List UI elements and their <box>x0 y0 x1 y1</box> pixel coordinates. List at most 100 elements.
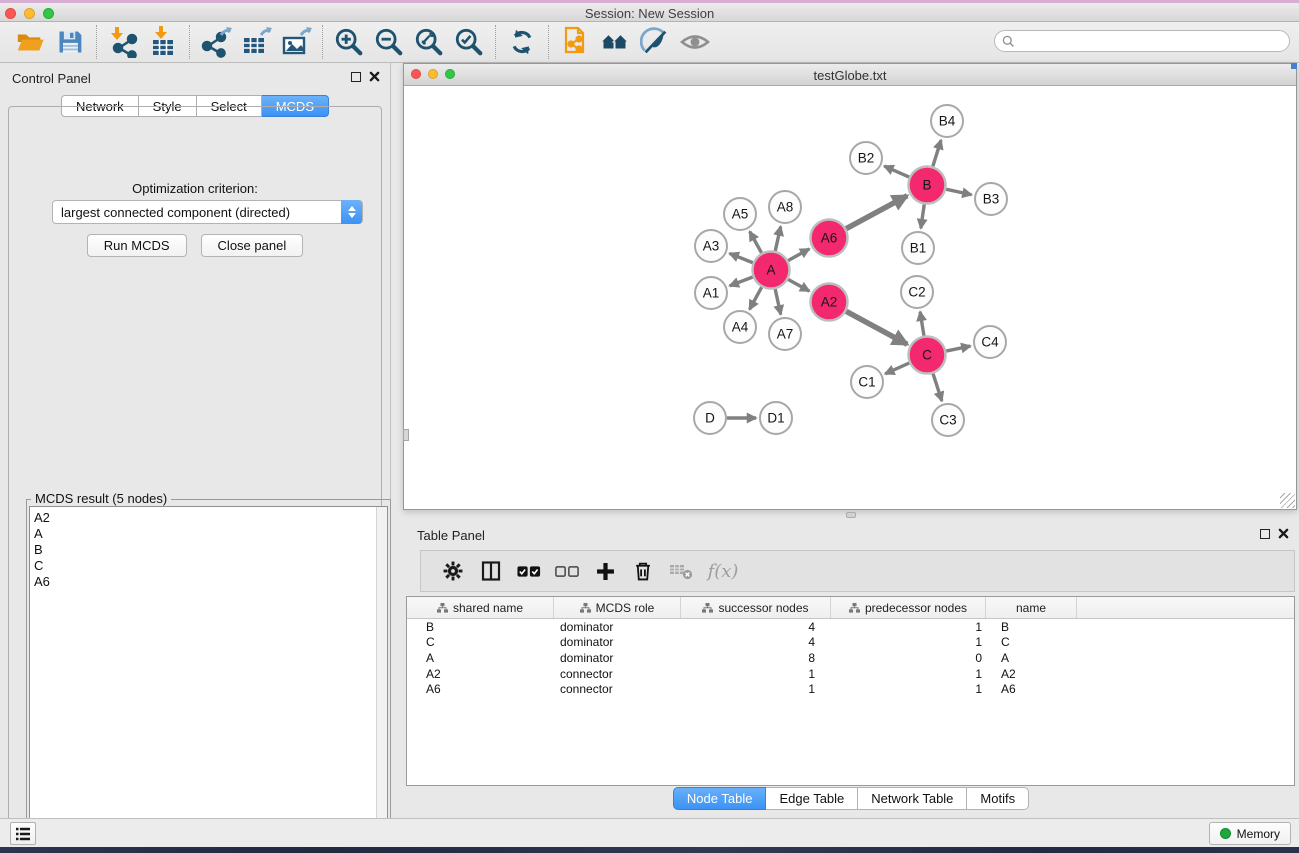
optimization-criterion-label: Optimization criterion: <box>9 181 381 196</box>
graph-edge-A-A7[interactable] <box>775 289 781 314</box>
graph-edge-B-B4[interactable] <box>933 140 941 166</box>
export-network-icon[interactable] <box>196 24 236 60</box>
import-table-icon[interactable] <box>143 24 183 60</box>
result-item[interactable]: A <box>34 526 387 542</box>
function-builder-icon[interactable]: f(x) <box>700 554 746 588</box>
table-row[interactable]: A2 connector 1 1 A2 <box>407 666 1294 682</box>
splitter-grip[interactable] <box>846 512 856 518</box>
network-graph[interactable]: B4B2BB3A5A8A6A3B1AA1C2A2A4A7CC4C1C3DD1 <box>404 87 1296 509</box>
select-all-icon[interactable] <box>510 554 548 588</box>
table-row[interactable]: A6 connector 1 1 A6 <box>407 681 1294 697</box>
float-panel-icon[interactable] <box>351 72 361 82</box>
graph-edge-A-A6[interactable] <box>788 249 809 261</box>
delete-row-trash-icon[interactable] <box>624 554 662 588</box>
tab-node-table[interactable]: Node Table <box>673 787 767 810</box>
open-folder-icon[interactable] <box>10 24 50 60</box>
tab-motifs[interactable]: Motifs <box>967 787 1029 810</box>
tab-network-table[interactable]: Network Table <box>858 787 967 810</box>
close-panel-button[interactable]: Close panel <box>201 234 304 257</box>
result-item[interactable]: B <box>34 542 387 558</box>
search-input[interactable] <box>1015 34 1289 48</box>
zoom-selected-icon[interactable] <box>449 24 489 60</box>
refresh-icon[interactable] <box>502 24 542 60</box>
task-history-button[interactable] <box>10 822 36 845</box>
graph-edge-C-C1[interactable] <box>885 363 909 374</box>
table-panel-tabs: Node Table Edge Table Network Table Moti… <box>403 787 1299 810</box>
frame-edge-grip[interactable] <box>403 429 409 441</box>
tab-edge-table[interactable]: Edge Table <box>766 787 858 810</box>
graph-node-label-A4: A4 <box>732 320 749 335</box>
save-icon[interactable] <box>50 24 90 60</box>
result-scrollbar[interactable] <box>376 507 387 838</box>
graph-node-label-A3: A3 <box>703 239 720 254</box>
mcds-result-title: MCDS result (5 nodes) <box>31 491 171 506</box>
graph-edge-C-C4[interactable] <box>946 346 970 351</box>
add-row-icon[interactable] <box>586 554 624 588</box>
graph-node-label-D: D <box>705 411 715 426</box>
graph-edge-B-B3[interactable] <box>946 189 971 195</box>
graph-edge-A-A1[interactable] <box>730 277 753 286</box>
column-header-successor-nodes[interactable]: successor nodes <box>681 597 831 618</box>
list-icon <box>15 827 31 841</box>
show-columns-icon[interactable] <box>472 554 510 588</box>
result-item[interactable]: A6 <box>34 574 387 590</box>
graph-edge-A-A4[interactable] <box>750 287 762 309</box>
table-row[interactable]: C dominator 4 1 C <box>407 635 1294 651</box>
delete-table-icon[interactable] <box>662 554 700 588</box>
close-panel-icon[interactable] <box>369 71 380 82</box>
mcds-panel-body: Optimization criterion: largest connecte… <box>8 106 382 853</box>
criterion-select[interactable]: largest connected component (directed) <box>52 200 363 224</box>
deselect-all-icon[interactable] <box>548 554 586 588</box>
network-window-title: testGlobe.txt <box>404 68 1296 83</box>
resize-handle-icon[interactable] <box>1280 493 1295 508</box>
column-header-predecessor-nodes[interactable]: predecessor nodes <box>831 597 986 618</box>
table-row[interactable]: A dominator 8 0 A <box>407 650 1294 666</box>
graph-edge-A2-C[interactable] <box>846 311 907 344</box>
show-graphics-details-icon[interactable] <box>675 24 715 60</box>
app-titlebar: Session: New Session <box>0 0 1299 22</box>
column-header-mcds-role[interactable]: MCDS role <box>554 597 681 618</box>
zoom-in-icon[interactable] <box>329 24 369 60</box>
column-header-shared-name[interactable]: shared name <box>407 597 554 618</box>
graph-edge-B-B1[interactable] <box>921 204 924 228</box>
export-image-icon[interactable] <box>276 24 316 60</box>
memory-button[interactable]: Memory <box>1209 822 1291 845</box>
result-item[interactable]: C <box>34 558 387 574</box>
search-field[interactable] <box>994 30 1290 52</box>
graph-edge-A-A5[interactable] <box>750 231 762 252</box>
graph-edge-A6-B[interactable] <box>846 196 907 229</box>
run-mcds-button[interactable]: Run MCDS <box>87 234 187 257</box>
node-table[interactable]: shared name MCDS role successor nodes pr… <box>406 596 1295 786</box>
graph-node-label-A6: A6 <box>821 231 838 246</box>
graph-node-label-A: A <box>766 263 775 278</box>
graph-edge-A-A3[interactable] <box>730 253 753 262</box>
open-network-file-icon[interactable] <box>555 24 595 60</box>
graph-edge-C-C3[interactable] <box>933 374 942 401</box>
home-icon[interactable] <box>595 24 635 60</box>
graph-node-label-B2: B2 <box>858 151 875 166</box>
graph-node-label-C2: C2 <box>908 285 925 300</box>
toolbar-separator <box>189 25 190 59</box>
zoom-fit-icon[interactable] <box>409 24 449 60</box>
hide-graphics-details-icon[interactable] <box>635 24 675 60</box>
graph-node-label-A2: A2 <box>821 295 838 310</box>
memory-label: Memory <box>1237 827 1280 841</box>
table-row[interactable]: B dominator 4 1 B <box>407 619 1294 635</box>
network-canvas[interactable]: B4B2BB3A5A8A6A3B1AA1C2A2A4A7CC4C1C3DD1 <box>404 87 1296 509</box>
close-panel-icon[interactable] <box>1278 528 1289 539</box>
mcds-result-list[interactable]: A2 A B C A6 <box>29 506 388 839</box>
column-header-name[interactable]: name <box>986 597 1077 618</box>
graph-edge-A-A8[interactable] <box>775 227 780 251</box>
graph-edge-B-B2[interactable] <box>884 166 909 177</box>
export-table-icon[interactable] <box>236 24 276 60</box>
graph-node-label-A7: A7 <box>777 327 794 342</box>
network-window-titlebar[interactable]: testGlobe.txt <box>404 64 1296 86</box>
import-network-icon[interactable] <box>103 24 143 60</box>
graph-edge-A-A2[interactable] <box>788 279 809 291</box>
settings-gear-icon[interactable] <box>434 554 472 588</box>
control-panel-header: Control Panel <box>0 63 390 93</box>
graph-edge-C-C2[interactable] <box>920 312 924 336</box>
result-item[interactable]: A2 <box>34 510 387 526</box>
float-panel-icon[interactable] <box>1260 529 1270 539</box>
zoom-out-icon[interactable] <box>369 24 409 60</box>
